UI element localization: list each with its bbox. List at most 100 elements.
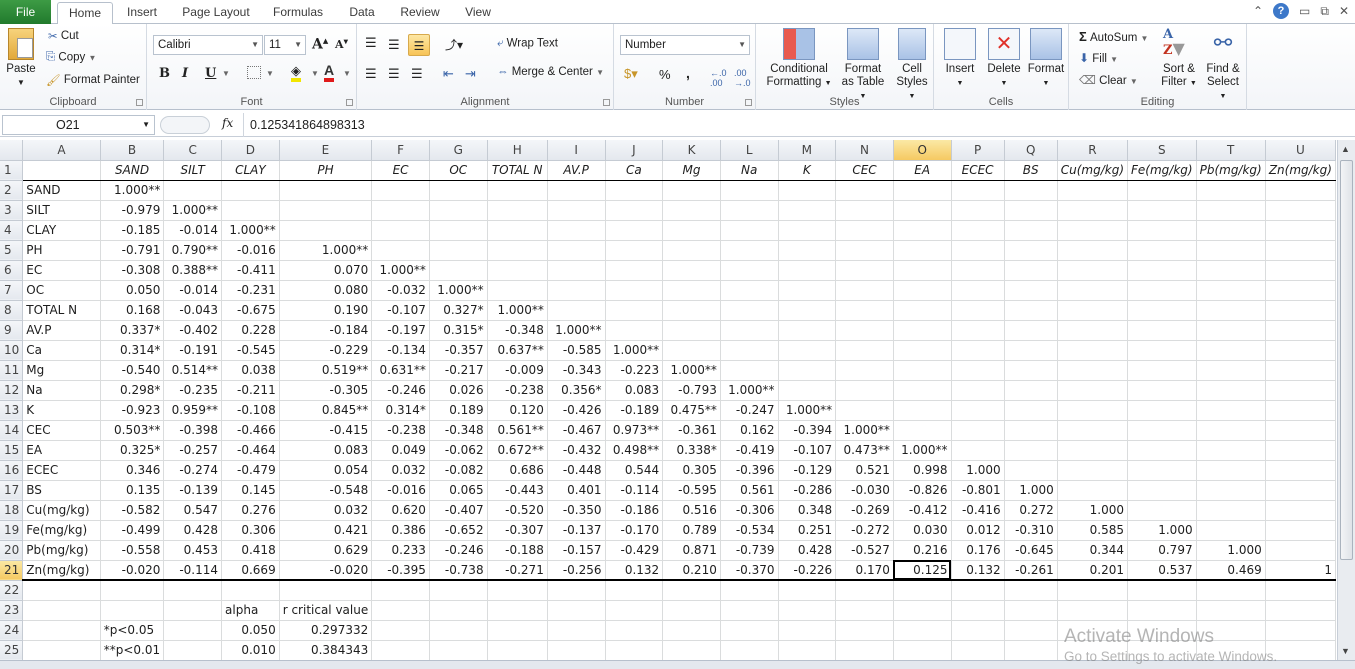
correlation-cell[interactable]: -0.211 [221, 380, 280, 401]
empty-cell[interactable] [1196, 220, 1266, 241]
note-cell[interactable]: 0.297332 [279, 620, 373, 641]
empty-cell[interactable] [1057, 340, 1129, 361]
empty-cell[interactable] [778, 320, 837, 341]
correlation-cell[interactable]: -0.272 [835, 520, 894, 541]
empty-cell[interactable] [1196, 200, 1266, 221]
empty-cell[interactable] [1265, 200, 1336, 221]
correlation-cell[interactable]: 0.469 [1196, 560, 1266, 581]
empty-cell[interactable] [835, 240, 894, 261]
correlation-cell[interactable]: -0.032 [371, 280, 430, 301]
row-label-cell[interactable]: CLAY [22, 220, 101, 241]
empty-cell[interactable] [163, 180, 223, 201]
empty-cell[interactable] [1057, 600, 1129, 621]
empty-cell[interactable] [951, 580, 1005, 601]
correlation-cell[interactable]: -0.271 [487, 560, 548, 581]
spreadsheet-grid[interactable]: ABCDEFGHIJKLMNOPQRSTU 1 SAND SILT CLAY PH EC O… [0, 140, 1336, 660]
font-color-dropdown-icon[interactable]: ▼ [343, 69, 351, 78]
correlation-cell[interactable]: 0.135 [100, 480, 165, 501]
correlation-cell[interactable]: -0.257 [163, 440, 223, 461]
empty-cell[interactable] [893, 600, 952, 621]
correlation-cell[interactable]: 1 [1265, 560, 1336, 581]
empty-cell[interactable] [835, 400, 894, 421]
column-header-D[interactable]: D [221, 140, 280, 161]
correlation-cell[interactable]: 0.475** [662, 400, 721, 421]
correlation-cell[interactable]: 0.521 [835, 460, 894, 481]
empty-cell[interactable] [1196, 400, 1266, 421]
correlation-cell[interactable]: 0.418 [221, 540, 280, 561]
correlation-cell[interactable]: -0.286 [778, 480, 837, 501]
correlation-cell[interactable]: -0.923 [100, 400, 165, 421]
accounting-format-icon[interactable]: $▾ [624, 66, 638, 82]
row-header-6[interactable]: 6 [0, 260, 24, 281]
correlation-cell[interactable]: 1.000** [605, 340, 664, 361]
decrease-decimal-icon[interactable]: .00 →.0 [734, 68, 751, 88]
correlation-cell[interactable]: -0.129 [778, 460, 837, 481]
variable-header-cell[interactable]: OC [429, 160, 488, 181]
empty-cell[interactable] [487, 200, 548, 221]
underline-button[interactable]: U [205, 66, 216, 81]
row-label-cell[interactable]: K [22, 400, 101, 421]
empty-cell[interactable] [1196, 180, 1266, 201]
correlation-cell[interactable]: 0.050 [100, 280, 165, 301]
empty-cell[interactable] [429, 620, 488, 641]
empty-cell[interactable] [662, 340, 721, 361]
empty-cell[interactable] [1127, 340, 1197, 361]
correlation-cell[interactable]: -0.226 [778, 560, 837, 581]
empty-cell[interactable] [1196, 580, 1266, 601]
correlation-cell[interactable]: -0.357 [429, 340, 488, 361]
empty-cell[interactable] [163, 600, 223, 621]
correlation-cell[interactable]: 1.000 [951, 460, 1005, 481]
correlation-cell[interactable]: 0.305 [662, 460, 721, 481]
correlation-cell[interactable]: -0.361 [662, 420, 721, 441]
empty-cell[interactable] [1004, 340, 1058, 361]
correlation-cell[interactable]: -0.466 [221, 420, 280, 441]
correlation-cell[interactable]: -0.191 [163, 340, 223, 361]
correlation-cell[interactable]: -0.645 [1004, 540, 1058, 561]
row-header-9[interactable]: 9 [0, 320, 24, 341]
variable-header-cell[interactable]: SILT [163, 160, 223, 181]
tab-view[interactable]: View [457, 2, 499, 24]
empty-cell[interactable] [163, 580, 223, 601]
correlation-cell[interactable]: 1.000** [371, 260, 430, 281]
column-header-L[interactable]: L [720, 140, 779, 161]
correlation-cell[interactable]: -0.350 [547, 500, 606, 521]
row-header-14[interactable]: 14 [0, 420, 24, 441]
font-name-select[interactable]: Calibri ▼ [153, 35, 263, 55]
correlation-cell[interactable]: -0.114 [605, 480, 664, 501]
empty-cell[interactable] [1196, 460, 1266, 481]
empty-cell[interactable] [778, 600, 837, 621]
tab-insert[interactable]: Insert [118, 2, 166, 24]
empty-cell[interactable] [778, 200, 837, 221]
empty-cell[interactable] [1057, 400, 1129, 421]
tab-review[interactable]: Review [393, 2, 447, 24]
empty-cell[interactable] [951, 440, 1005, 461]
empty-cell[interactable] [279, 180, 373, 201]
empty-cell[interactable] [429, 180, 488, 201]
empty-cell[interactable] [1127, 220, 1197, 241]
empty-cell[interactable] [1127, 420, 1197, 441]
empty-cell[interactable] [279, 580, 373, 601]
correlation-cell[interactable]: -0.432 [547, 440, 606, 461]
formula-bar-expander[interactable] [160, 116, 210, 134]
comma-button[interactable]: , [686, 65, 690, 81]
empty-cell[interactable] [1265, 340, 1336, 361]
correlation-cell[interactable]: -0.534 [720, 520, 779, 541]
empty-cell[interactable] [547, 640, 606, 660]
correlation-cell[interactable]: -0.652 [429, 520, 488, 541]
row-label-cell[interactable]: AV.P [22, 320, 101, 341]
correlation-cell[interactable]: 0.789 [662, 520, 721, 541]
empty-cell[interactable] [1196, 600, 1266, 621]
note-cell[interactable]: r critical value [279, 600, 373, 621]
correlation-cell[interactable]: -0.139 [163, 480, 223, 501]
empty-cell[interactable] [605, 320, 664, 341]
variable-header-cell[interactable]: ECEC [951, 160, 1005, 181]
correlation-cell[interactable]: -0.020 [100, 560, 165, 581]
variable-header-cell[interactable]: CLAY [221, 160, 280, 181]
paste-button[interactable]: Paste ▼ [4, 28, 38, 89]
empty-cell[interactable] [1004, 380, 1058, 401]
correlation-cell[interactable]: 0.070 [279, 260, 373, 281]
empty-cell[interactable] [662, 260, 721, 281]
empty-cell[interactable] [662, 240, 721, 261]
correlation-cell[interactable]: -0.020 [279, 560, 373, 581]
variable-header-cell[interactable]: CEC [835, 160, 894, 181]
